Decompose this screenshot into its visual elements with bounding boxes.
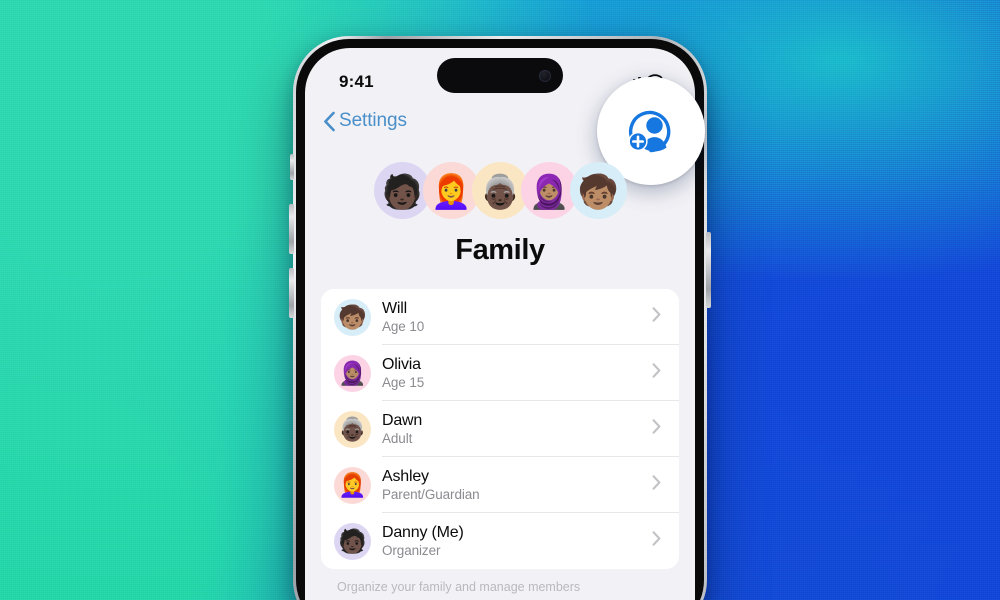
silence-switch-button[interactable] (290, 154, 294, 180)
power-button[interactable] (706, 232, 711, 308)
avatar-memoji: 🧑🏿 (381, 172, 423, 210)
member-name: Olivia (382, 355, 421, 373)
member-info: Olivia Age 15 (382, 355, 652, 391)
member-role: Age 15 (382, 375, 425, 390)
add-person-icon[interactable] (621, 103, 681, 159)
table-row[interactable]: 👵🏿 Dawn Adult (321, 401, 679, 457)
member-role: Parent/Guardian (382, 487, 480, 502)
status-time: 9:41 (339, 72, 374, 91)
avatar: 🧕🏽 (520, 161, 578, 219)
chevron-right-icon (652, 363, 661, 383)
avatar-memoji: 🧕🏽 (528, 172, 570, 210)
member-role: Organizer (382, 543, 441, 558)
back-button-label: Settings (339, 110, 407, 131)
page-title: Family (455, 234, 545, 266)
member-name: Dawn (382, 411, 423, 429)
member-name: Will (382, 299, 407, 317)
table-row[interactable]: 🧕🏽 Olivia Age 15 (321, 345, 679, 401)
volume-down-button[interactable] (289, 268, 294, 318)
avatar-memoji: 👩‍🦰 (338, 471, 367, 498)
avatar-memoji: 🧒🏽 (577, 172, 619, 210)
volume-up-button[interactable] (289, 204, 294, 254)
avatar-memoji: 👵🏿 (479, 172, 521, 210)
avatar: 👩‍🦰 (334, 466, 371, 504)
avatar: 👵🏿 (334, 410, 371, 448)
table-row[interactable]: 👩‍🦰 Ashley Parent/Guardian (321, 457, 679, 513)
avatar-memoji: 👵🏿 (338, 415, 367, 442)
avatar: 🧕🏽 (334, 354, 371, 392)
chevron-right-icon (652, 307, 661, 327)
avatar-memoji: 🧕🏽 (338, 359, 367, 386)
avatar: 🧑🏿 (373, 161, 431, 219)
member-name: Danny (Me) (382, 523, 464, 541)
chevron-right-icon (652, 475, 661, 495)
member-name: Ashley (382, 467, 429, 485)
member-role: Age 10 (382, 319, 425, 334)
avatar-memoji: 👩‍🦰 (430, 172, 472, 210)
avatar: 🧑🏿 (334, 522, 371, 560)
dynamic-island (437, 58, 563, 93)
avatar: 👵🏿 (471, 161, 529, 219)
avatar: 🧒🏽 (334, 298, 371, 336)
family-member-list: 🧒🏽 Will Age 10 🧕🏽 Olivia Age 15 👵🏿 Dawn Adult 👩‍🦰… (321, 289, 679, 569)
member-info: Will Age 10 (382, 299, 652, 335)
back-button-settings[interactable]: Settings (323, 110, 407, 132)
avatar: 🧒🏽 (569, 161, 627, 219)
member-role: Adult (382, 431, 413, 446)
avatar-memoji: 🧒🏽 (338, 303, 367, 330)
chevron-right-icon (652, 531, 661, 551)
avatar-memoji: 🧑🏿 (338, 527, 367, 554)
chevron-left-icon (323, 111, 336, 132)
member-info: Ashley Parent/Guardian (382, 467, 652, 503)
member-info: Danny (Me) Organizer (382, 523, 652, 559)
avatar: 👩‍🦰 (422, 161, 480, 219)
table-row[interactable]: 🧑🏿 Danny (Me) Organizer (321, 513, 679, 569)
footer-note: Organize your family and manage members (337, 580, 581, 594)
table-row[interactable]: 🧒🏽 Will Age 10 (321, 289, 679, 345)
member-info: Dawn Adult (382, 411, 652, 447)
front-camera-icon (539, 69, 551, 82)
chevron-right-icon (652, 419, 661, 439)
